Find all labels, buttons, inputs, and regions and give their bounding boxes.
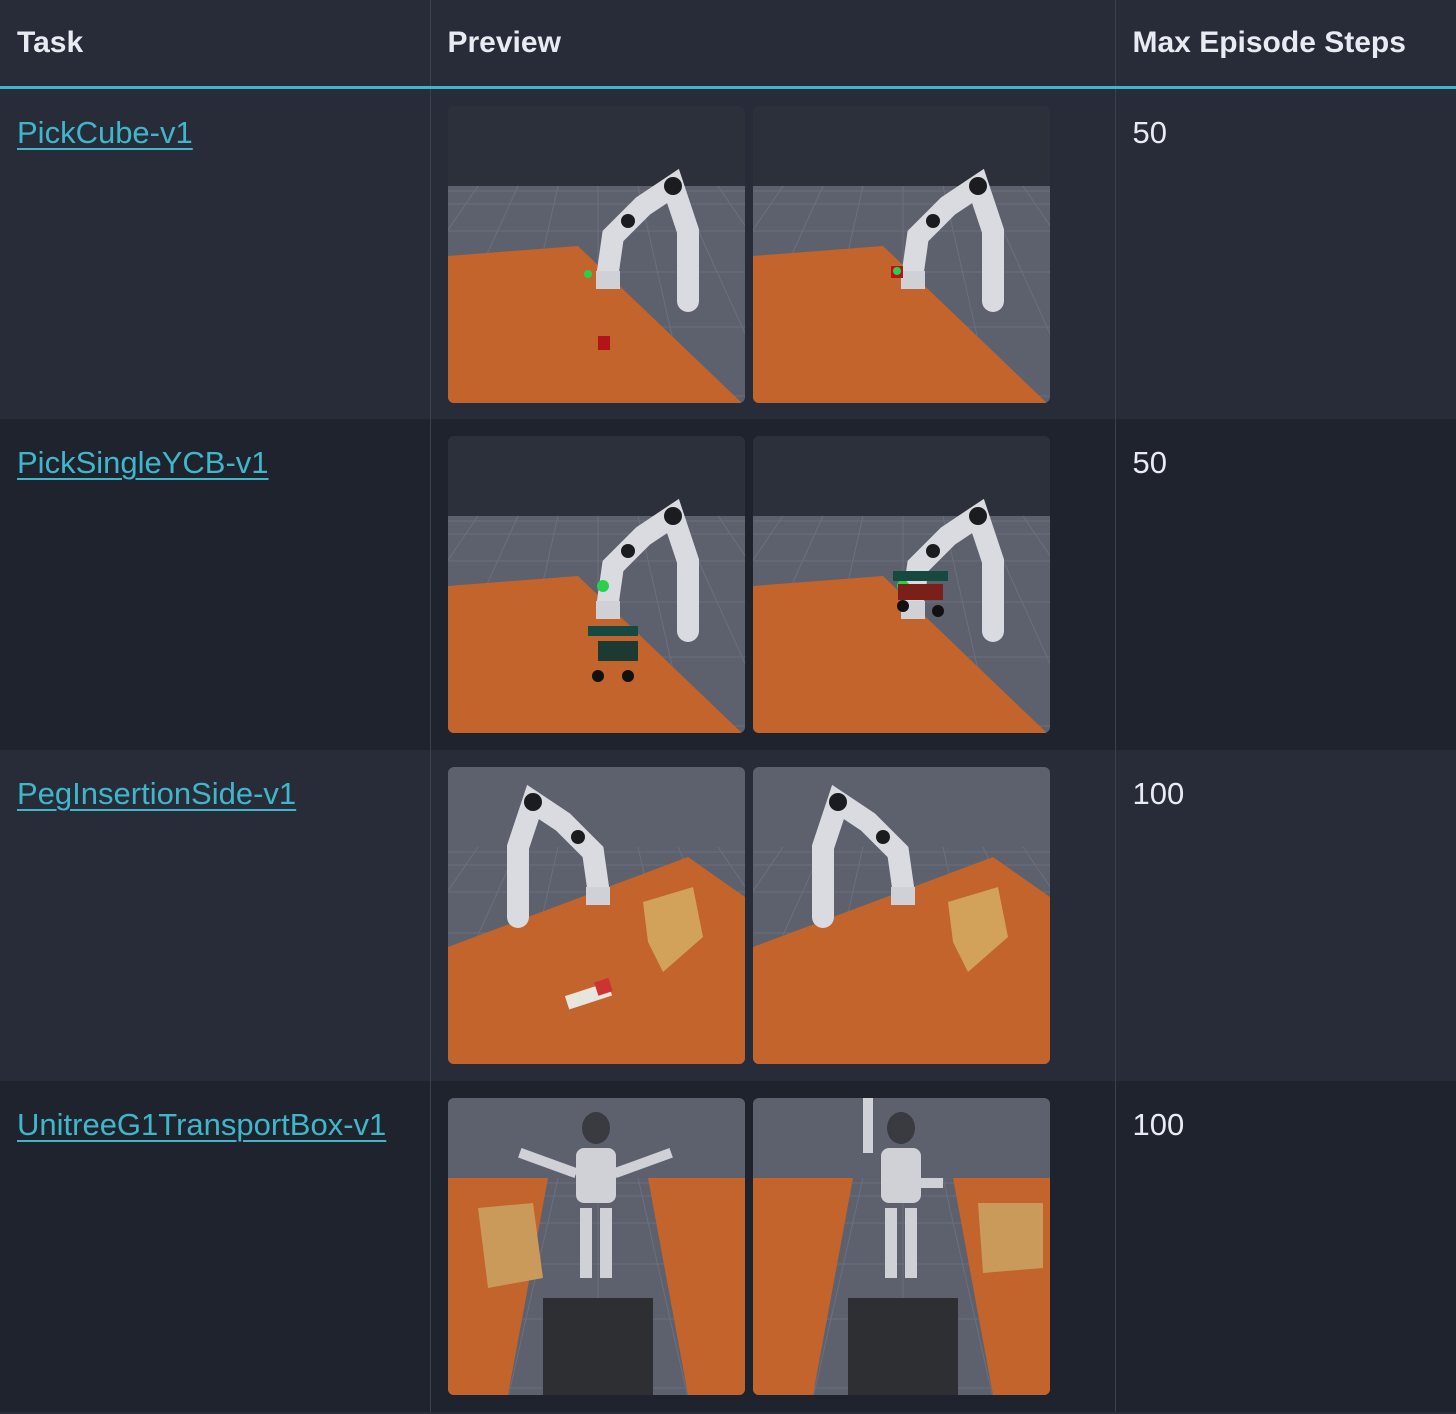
preview-image-end: [752, 435, 1050, 733]
max-episode-steps: 50: [1114, 418, 1456, 750]
robot-scene-image: [447, 435, 745, 733]
robot-scene-image: [752, 766, 1050, 1064]
max-episode-steps: 100: [1114, 749, 1456, 1081]
robot-scene-image: [447, 766, 745, 1064]
robot-scene-image: [752, 106, 1050, 403]
preview-image-end: [752, 1097, 1050, 1395]
task-link-pickcube[interactable]: PickCube-v1: [17, 115, 193, 150]
max-episode-steps: 100: [1114, 1080, 1456, 1412]
preview-image-start: [447, 1097, 745, 1395]
tasks-table: Task Preview Max Episode Steps PickCube-…: [0, 0, 1456, 1412]
robot-scene-image: [752, 435, 1050, 733]
task-link-peginsertionside[interactable]: PegInsertionSide-v1: [17, 776, 296, 811]
header-task: Task: [0, 0, 430, 89]
preview-image-start: [447, 435, 745, 733]
header-row: Task Preview Max Episode Steps: [0, 0, 1456, 89]
preview-image-start: [447, 106, 745, 403]
table-row: PickCube-v1 50: [0, 87, 1456, 419]
robot-scene-image: [752, 1097, 1050, 1395]
robot-scene-image: [447, 106, 745, 403]
table-row: PegInsertionSide-v1 100: [0, 749, 1456, 1081]
preview-image-end: [752, 766, 1050, 1064]
task-link-unitreeg1transportbox[interactable]: UnitreeG1TransportBox-v1: [17, 1107, 386, 1142]
header-max-episode-steps: Max Episode Steps: [1114, 0, 1456, 89]
task-link-picksingleycb[interactable]: PickSingleYCB-v1: [17, 445, 269, 480]
preview-image-end: [752, 106, 1050, 403]
table-row: UnitreeG1TransportBox-v1 100: [0, 1080, 1456, 1412]
robot-scene-image: [447, 1097, 745, 1395]
table-row: PickSingleYCB-v1 50: [0, 418, 1456, 750]
header-preview: Preview: [429, 0, 1115, 89]
max-episode-steps: 50: [1114, 87, 1456, 419]
preview-image-start: [447, 766, 745, 1064]
